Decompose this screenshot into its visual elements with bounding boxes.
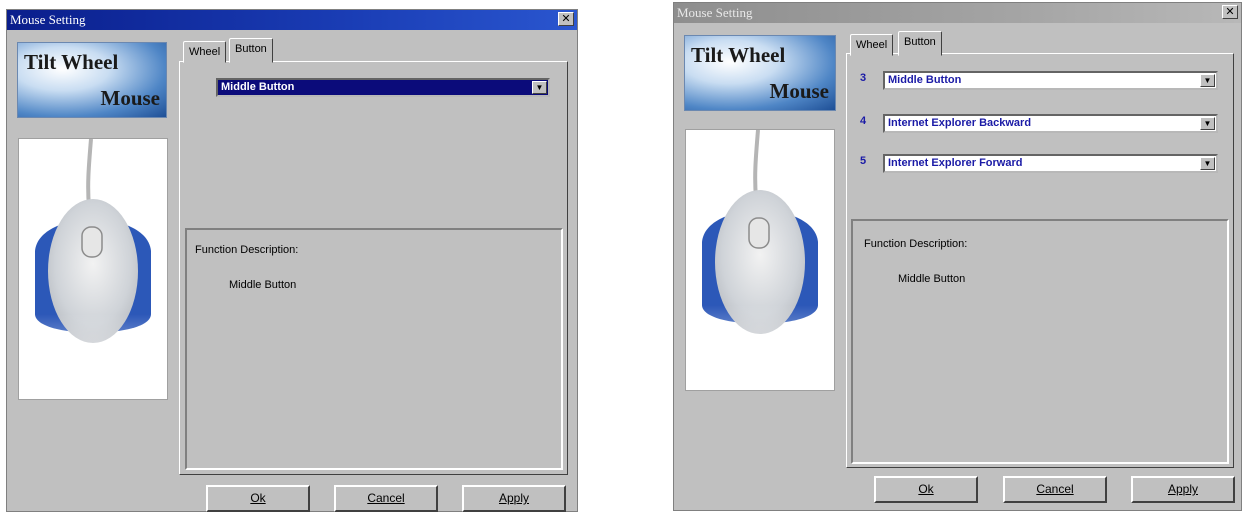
select-value: Middle Button [221,81,295,93]
title-bar: Mouse Setting ✕ [674,3,1241,23]
logo-text-line2: Mouse [100,86,161,110]
select-value: Internet Explorer Forward [888,157,1023,169]
cancel-button[interactable]: Cancel [1003,476,1107,503]
mouse-setting-dialog-2: Mouse Setting ✕ Tilt Wheel Mouse Functio… [673,2,1242,511]
window-title: Mouse Setting [677,5,753,20]
chevron-down-icon[interactable]: ▼ [532,81,547,94]
button-number-label: 3 [860,72,867,84]
mouse-illustration [696,129,826,390]
logo-text-line2: Mouse [769,79,830,103]
ok-button[interactable]: Ok [874,476,978,503]
close-icon[interactable]: ✕ [1222,5,1238,19]
ok-button[interactable]: Ok [206,485,310,512]
window-title: Mouse Setting [10,12,86,27]
chevron-down-icon[interactable]: ▼ [1200,117,1215,130]
button-number-label: 5 [860,155,867,167]
tab-panel: Function Description: Middle Button Midd… [179,61,568,475]
logo-text-line1: Tilt Wheel [24,50,119,74]
apply-button[interactable]: Apply [1131,476,1235,503]
logo-text-line1: Tilt Wheel [691,43,786,67]
tilt-wheel-mouse-logo: Tilt Wheel Mouse [17,42,167,118]
function-description-group: Function Description: Middle Button [851,219,1229,464]
mouse-setting-dialog-1: Mouse Setting ✕ Tilt Wheel Mouse Functio… [6,9,578,512]
mouse-image [18,138,168,400]
select-value: Internet Explorer Backward [888,117,1032,129]
close-icon[interactable]: ✕ [558,12,574,26]
chevron-down-icon[interactable]: ▼ [1200,157,1215,170]
mouse-image [685,129,835,391]
function-description-group: Function Description: Middle Button [185,228,563,470]
function-description-value: Middle Button [898,273,966,285]
tilt-wheel-mouse-logo: Tilt Wheel Mouse [684,35,836,111]
title-bar: Mouse Setting ✕ [7,10,577,30]
tab-wheel[interactable]: Wheel [850,34,894,56]
tab-button[interactable]: Button [229,38,273,63]
tab-button[interactable]: Button [898,31,942,56]
mouse-illustration [29,138,159,399]
button-4-select[interactable]: Internet Explorer Backward ▼ [883,114,1218,133]
cancel-button[interactable]: Cancel [334,485,438,512]
chevron-down-icon[interactable]: ▼ [1200,74,1215,87]
button-function-select[interactable]: Middle Button ▼ [216,78,550,97]
button-number-label: 4 [860,115,867,127]
apply-button[interactable]: Apply [462,485,566,512]
select-value: Middle Button [888,74,962,86]
function-description-value: Middle Button [229,279,297,291]
tab-wheel[interactable]: Wheel [183,41,227,63]
function-description-label: Function Description: [864,238,968,250]
button-5-select[interactable]: Internet Explorer Forward ▼ [883,154,1218,173]
button-3-select[interactable]: Middle Button ▼ [883,71,1218,90]
function-description-label: Function Description: [195,244,299,256]
tab-panel: Function Description: Middle Button 3 Mi… [846,53,1234,468]
